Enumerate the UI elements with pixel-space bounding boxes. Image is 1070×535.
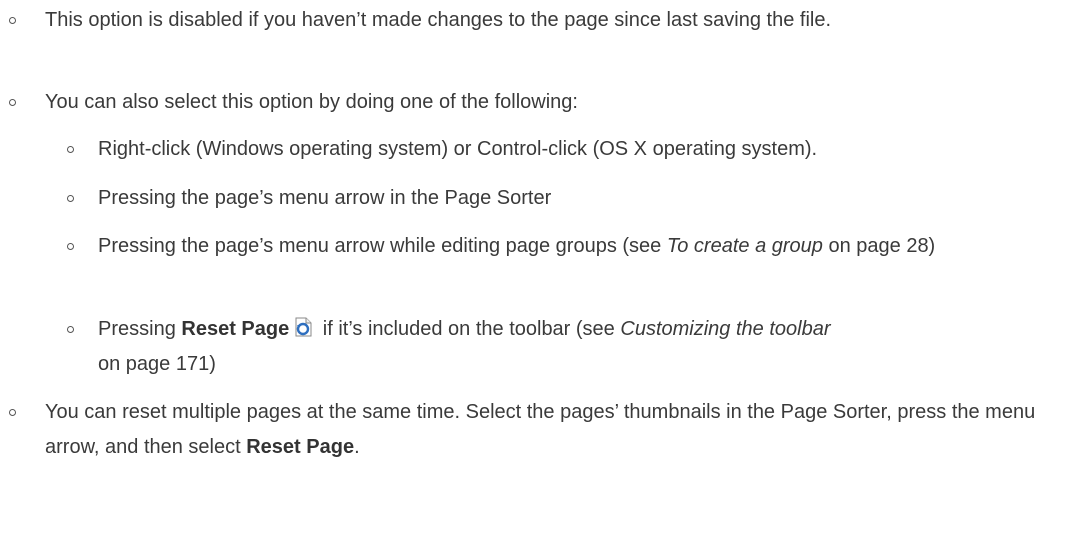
list-item-text-mid: if it’s included on the toolbar (see xyxy=(317,318,621,340)
list-item-also-select: You can also select this option by doing… xyxy=(9,85,1045,120)
sub-list-item-page-groups: Pressing the page’s menu arrow while edi… xyxy=(67,229,1048,264)
list-item-text-end: on page 171) xyxy=(98,353,216,375)
document-page: This option is disabled if you haven’t m… xyxy=(0,0,1070,535)
sub-list-item-right-click: Right-click (Windows operating system) o… xyxy=(67,132,1048,167)
list-item-reset-multiple: You can reset multiple pages at the same… xyxy=(9,395,1045,465)
cross-reference-link[interactable]: Customizing the toolbar xyxy=(620,318,830,340)
list-item-text-end: on page 28) xyxy=(822,235,936,257)
list-item-text-start: Pressing the page’s menu arrow while edi… xyxy=(98,235,667,257)
sub-list-item-reset-page: Pressing Reset Page if it’s included on … xyxy=(67,312,1048,382)
bullet-icon xyxy=(9,99,16,106)
bullet-icon xyxy=(67,146,74,153)
ui-term-reset-page: Reset Page xyxy=(246,436,355,458)
ui-term-reset-page: Reset Page xyxy=(181,318,290,340)
list-item-text-start: You can reset multiple pages at the same… xyxy=(45,401,1036,458)
list-item-disabled-note: This option is disabled if you haven’t m… xyxy=(9,3,1045,38)
bullet-icon xyxy=(9,17,16,24)
bullet-icon xyxy=(9,409,16,416)
reset-page-icon xyxy=(292,315,314,337)
cross-reference-link[interactable]: To create a group xyxy=(667,235,823,257)
list-item-text-end: . xyxy=(354,436,360,458)
list-item-text: Pressing the page’s menu arrow in the Pa… xyxy=(98,187,552,209)
sub-list-item-page-sorter: Pressing the page’s menu arrow in the Pa… xyxy=(67,181,1048,216)
bullet-icon xyxy=(67,326,74,333)
list-item-text: You can also select this option by doing… xyxy=(45,91,578,113)
bullet-icon xyxy=(67,243,74,250)
bullet-icon xyxy=(67,195,74,202)
list-item-text: This option is disabled if you haven’t m… xyxy=(45,9,832,31)
list-item-text: Right-click (Windows operating system) o… xyxy=(98,138,818,160)
list-item-text-start: Pressing xyxy=(98,318,182,340)
